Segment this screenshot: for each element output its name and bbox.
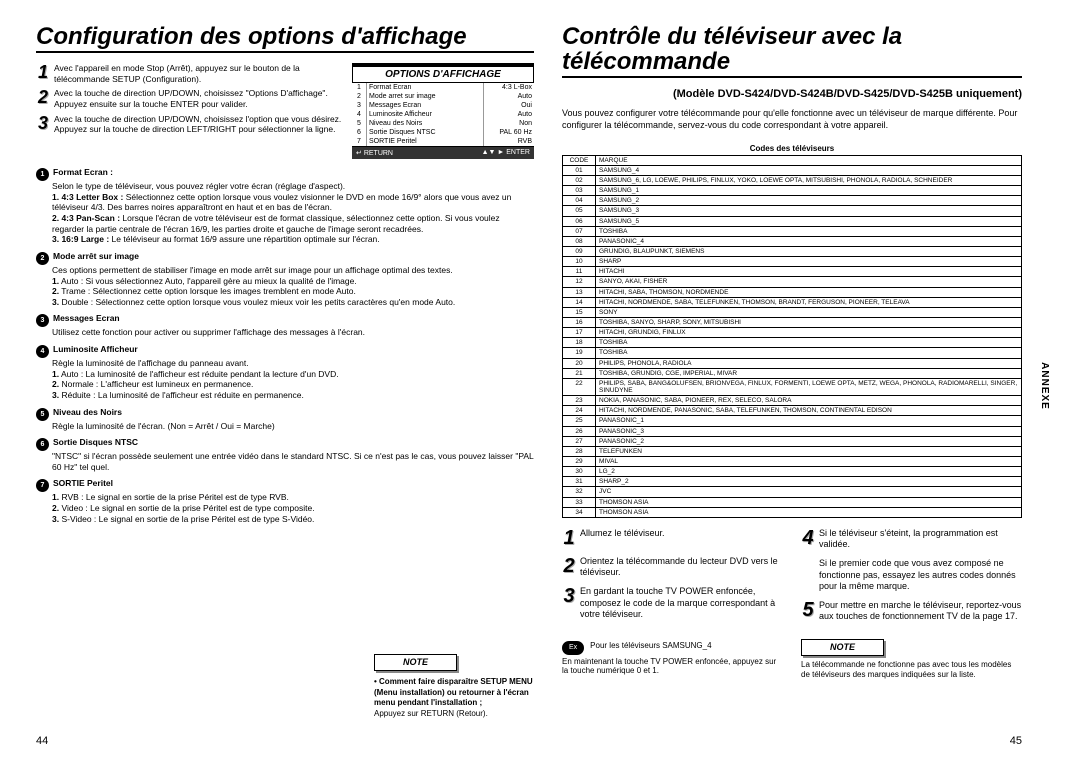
step-1-text: Avec l'appareil en mode Stop (Arrêt), ap… xyxy=(54,63,342,84)
code-row: 32JVC xyxy=(563,487,1022,497)
code-row: 16TOSHIBA, SANYO, SHARP, SONY, MITSUBISH… xyxy=(563,318,1022,328)
code-row: 11HITACHI xyxy=(563,267,1022,277)
remote-step: 2Orientez la télécommande du lecteur DVD… xyxy=(562,556,783,579)
panel-return: ↵ RETURN xyxy=(356,149,393,157)
code-row: 34THOMSON ASIA xyxy=(563,507,1022,517)
step-1-number: 1 xyxy=(36,63,50,84)
code-row: 09GRUNDIG, BLAUPUNKT, SIEMENS xyxy=(563,247,1022,257)
code-row: 12SANYO, AKAI, FISHER xyxy=(563,277,1022,287)
code-row: 28TELEFUNKEN xyxy=(563,446,1022,456)
options-panel-title: OPTIONS D'AFFICHAGE xyxy=(352,63,534,83)
options-details: 1Format Ecran :Selon le type de télévise… xyxy=(36,167,534,530)
code-row: 03SAMSUNG_1 xyxy=(563,186,1022,196)
panel-row: 3Messages EcranOui xyxy=(352,101,534,110)
note-label-right: NOTE xyxy=(801,639,884,656)
section-title-right: Contrôle du téléviseur avec la télécomma… xyxy=(562,24,1022,78)
panel-row: 5Niveau des NoirsNon xyxy=(352,119,534,128)
code-row: 15SONY xyxy=(563,307,1022,317)
remote-step: 1Allumez le téléviseur. xyxy=(562,528,783,548)
code-row: 27PANASONIC_2 xyxy=(563,436,1022,446)
page-number-45: 45 xyxy=(1010,735,1022,747)
code-row: 18TOSHIBA xyxy=(563,338,1022,348)
option-detail: 4Luminosite AfficheurRègle la luminosité… xyxy=(36,344,534,401)
panel-row: 4Luminosite AfficheurAuto xyxy=(352,110,534,119)
option-detail: 7SORTIE Peritel1. RVB : Le signal en sor… xyxy=(36,478,534,524)
code-row: 13HITACHI, SABA, THOMSON, NORDMENDE xyxy=(563,287,1022,297)
code-row: 06SAMSUNG_5 xyxy=(563,216,1022,226)
page-44: Configuration des options d'affichage 1A… xyxy=(36,24,534,747)
option-detail: 1Format Ecran :Selon le type de télévise… xyxy=(36,167,534,245)
codes-table: CODEMARQUE 01SAMSUNG_402SAMSUNG_6, LG, L… xyxy=(562,155,1022,518)
panel-row: 7SORTIE PeritelRVB xyxy=(352,137,534,146)
step-3-text: Avec la touche de direction UP/DOWN, cho… xyxy=(54,114,342,135)
setup-steps: 1Avec l'appareil en mode Stop (Arrêt), a… xyxy=(36,63,342,159)
code-row: 17HITACHI, GRUNDIG, FINLUX xyxy=(563,328,1022,338)
code-row: 24HITACHI, NORDMENDE, PANASONIC, SABA, T… xyxy=(563,406,1022,416)
code-row: 33THOMSON ASIA xyxy=(563,497,1022,507)
panel-row: 1Format Ecran4:3 L-Box xyxy=(352,83,534,92)
code-row: 30LG_2 xyxy=(563,467,1022,477)
option-detail: 5Niveau des NoirsRègle la luminosité de … xyxy=(36,407,534,432)
remote-steps-right: 4Si le téléviseur s'éteint, la programma… xyxy=(801,528,1022,631)
note-body: • Comment faire disparaître SETUP MENU (… xyxy=(374,677,533,707)
remote-step: 3En gardant la touche TV POWER enfoncée,… xyxy=(562,586,783,620)
col-brand: MARQUE xyxy=(596,155,1022,165)
model-line: (Modèle DVD-S424/DVD-S424B/DVD-S425/DVD-… xyxy=(562,88,1022,100)
code-row: 23NOKIA, PANASONIC, SABA, PIONEER, REX, … xyxy=(563,396,1022,406)
option-detail: 6Sortie Disques NTSC"NTSC" si l'écran po… xyxy=(36,437,534,472)
code-row: 07TOSHIBA xyxy=(563,226,1022,236)
right-note-body: La télécommande ne fonctionne pas avec t… xyxy=(801,660,1022,680)
remote-step: 4Si le téléviseur s'éteint, la programma… xyxy=(801,528,1022,551)
step-3-number: 3 xyxy=(36,114,50,135)
code-row: 05SAMSUNG_3 xyxy=(563,206,1022,216)
section-title-left: Configuration des options d'affichage xyxy=(36,24,534,53)
remote-steps-left: 1Allumez le téléviseur. 2Orientez la télé… xyxy=(562,528,783,631)
option-detail: 2Mode arrêt sur imageCes options permett… xyxy=(36,251,534,308)
code-row: 01SAMSUNG_4 xyxy=(563,165,1022,175)
left-note: NOTE • Comment faire disparaître SETUP M… xyxy=(374,650,534,719)
code-row: 25PANASONIC_1 xyxy=(563,416,1022,426)
code-row: 31SHARP_2 xyxy=(563,477,1022,487)
code-row: 02SAMSUNG_6, LG, LOEWE, PHILIPS, FINLUX,… xyxy=(563,176,1022,186)
code-row: 26PANASONIC_3 xyxy=(563,426,1022,436)
panel-row: 6Sortie Disques NTSCPAL 60 Hz xyxy=(352,128,534,137)
code-row: 08PANASONIC_4 xyxy=(563,236,1022,246)
code-row: 10SHARP xyxy=(563,257,1022,267)
page-45: Contrôle du téléviseur avec la télécomma… xyxy=(562,24,1022,747)
panel-nav-icon: ▲▼ ► ENTER xyxy=(482,149,530,157)
ex-text-1: Pour les téléviseurs SAMSUNG_4 xyxy=(590,641,711,655)
option-detail: 3Messages EcranUtilisez cette fonction p… xyxy=(36,313,534,338)
ex-text-2: En maintenant la touche TV POWER enfoncé… xyxy=(562,657,783,675)
remote-step: 5Pour mettre en marche le téléviseur, re… xyxy=(801,600,1022,623)
note-label: NOTE xyxy=(374,654,457,672)
col-code: CODE xyxy=(563,155,596,165)
options-table: 1Format Ecran4:3 L-Box2Mode arret sur im… xyxy=(352,83,534,146)
code-row: 04SAMSUNG_2 xyxy=(563,196,1022,206)
example-row: Ex Pour les téléviseurs SAMSUNG_4 xyxy=(562,641,783,655)
code-row: 22PHILIPS, SABA, BANG&OLUFSEN, BRIONVEGA… xyxy=(563,378,1022,395)
page-number-44: 44 xyxy=(36,735,48,747)
remote-step: Si le premier code que vous avez composé… xyxy=(801,558,1022,592)
code-row: 19TOSHIBA xyxy=(563,348,1022,358)
code-row: 20PHILIPS, PHONOLA, RADIOLA xyxy=(563,358,1022,368)
options-panel: OPTIONS D'AFFICHAGE 1Format Ecran4:3 L-B… xyxy=(352,63,534,159)
codes-title: Codes des téléviseurs xyxy=(562,144,1022,153)
annexe-tab: ANNEXE xyxy=(1039,362,1050,410)
code-row: 21TOSHIBA, GRUNDIG, CGE, IMPERIAL, MIVAR xyxy=(563,368,1022,378)
panel-row: 2Mode arret sur imageAuto xyxy=(352,92,534,101)
intro-text: Vous pouvez configurer votre télécommand… xyxy=(562,108,1022,131)
step-2-text: Avec la touche de direction UP/DOWN, cho… xyxy=(54,88,342,109)
ex-badge: Ex xyxy=(562,641,584,655)
document-spread: Configuration des options d'affichage 1A… xyxy=(0,0,1080,765)
note-tail: Appuyez sur RETURN (Retour). xyxy=(374,709,488,718)
code-row: 14HITACHI, NORDMENDE, SABA, TELEFUNKEN, … xyxy=(563,297,1022,307)
code-row: 29MIVAL xyxy=(563,456,1022,466)
step-2-number: 2 xyxy=(36,88,50,109)
right-note: NOTE La télécommande ne fonctionne pas a… xyxy=(801,635,1022,680)
